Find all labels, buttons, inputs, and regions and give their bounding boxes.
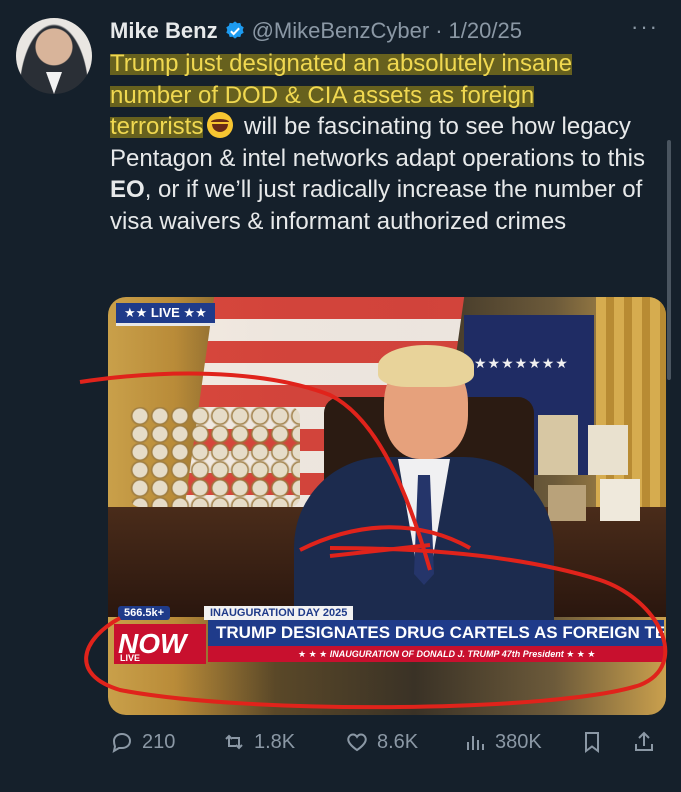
highlighted-text-3: terrorists	[110, 113, 204, 141]
views-button[interactable]: 380K	[463, 730, 542, 754]
bookmark-button[interactable]	[580, 730, 604, 754]
flag-stars: ★★★★★★★	[474, 355, 569, 371]
tweet: Mike Benz @MikeBenzCyber · 1/20/25 ··· T…	[0, 0, 681, 792]
author-handle[interactable]: @MikeBenzCyber	[252, 18, 430, 44]
news-chyron: 566.5k+ INAUGURATION DAY 2025 LIVE NOW T…	[108, 602, 666, 664]
highlighted-text-1: Trump just designated an absolutely insa…	[110, 50, 573, 77]
author-name[interactable]: Mike Benz	[110, 18, 218, 44]
bar-chart-icon	[467, 736, 484, 750]
tweet-image[interactable]: ★★★★★★★ ★★ LIVE ★★ 566.5k+ INAUGURATION …	[108, 297, 666, 715]
highlighted-text-2: number of DOD & CIA assets as foreign	[110, 81, 535, 109]
chyron-kicker: INAUGURATION DAY 2025	[204, 606, 354, 620]
live-badge: ★★ LIVE ★★	[116, 303, 215, 326]
like-count: 8.6K	[377, 730, 419, 753]
verified-badge-icon	[225, 21, 244, 39]
reply-button[interactable]: 210	[110, 730, 175, 754]
scrollbar[interactable]	[667, 140, 671, 380]
photo-frames-graphic	[538, 415, 648, 525]
reply-count: 210	[142, 730, 176, 753]
laughing-emoji-icon	[207, 112, 234, 139]
tweet-text-part-b: , or if we’ll just radically increase th…	[110, 176, 643, 235]
chyron-headline: TRUMP DESIGNATES DRUG CARTELS AS FOREIGN…	[208, 620, 664, 646]
bookmark-icon	[585, 732, 599, 753]
tweet-header: Mike Benz @MikeBenzCyber · 1/20/25	[110, 16, 522, 46]
tweet-actions: 210 1.8K 8.6K 380K	[0, 730, 681, 760]
chyron-subline: ★ ★ ★ INAUGURATION OF DONALD J. TRUMP 47…	[208, 646, 664, 662]
share-button[interactable]	[632, 730, 656, 754]
reply-icon	[112, 732, 132, 754]
share-icon	[635, 731, 653, 751]
more-options-icon[interactable]: ···	[631, 16, 659, 38]
challenge-coins-graphic	[130, 407, 300, 507]
like-button[interactable]: 8.6K	[345, 730, 418, 754]
view-count: 380K	[495, 730, 542, 753]
heart-icon	[347, 733, 367, 752]
repost-count: 1.8K	[254, 730, 296, 753]
live-now-logo: LIVE NOW	[114, 624, 206, 664]
view-count-badge: 566.5k+	[118, 606, 171, 620]
live-now-small: LIVE	[120, 653, 141, 663]
tweet-text-bold: EO	[110, 176, 145, 204]
tweet-date[interactable]: 1/20/25	[449, 18, 522, 44]
separator-dot: ·	[435, 18, 443, 43]
repost-icon	[225, 734, 243, 750]
tweet-text: Trump just designated an absolutely insa…	[110, 48, 650, 238]
repost-button[interactable]: 1.8K	[222, 730, 295, 754]
avatar[interactable]	[16, 18, 92, 94]
